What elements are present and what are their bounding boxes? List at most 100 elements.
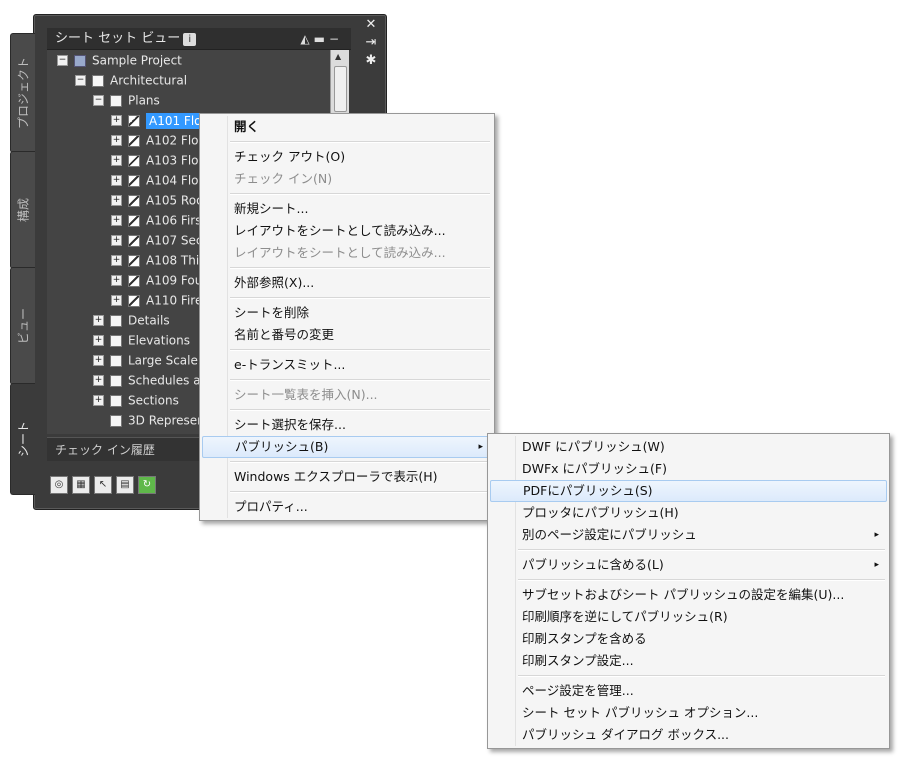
expand-toggle-icon[interactable]: + — [111, 135, 122, 146]
menu-item[interactable]: パブリッシュ(B) ▸ — [202, 436, 492, 458]
expand-toggle-icon[interactable]: + — [111, 255, 122, 266]
menu-item[interactable]: パブリッシュ ダイアログ ボックス... — [490, 724, 887, 746]
menu-item[interactable]: 名前と番号の変更 — [202, 324, 492, 346]
refresh-icon[interactable]: ↻ — [138, 476, 156, 494]
tree-item[interactable]: + A107 Sec — [111, 230, 203, 250]
sheet-list-icon[interactable]: ▤ — [116, 476, 134, 494]
menu-item-label: 印刷スタンプを含める — [522, 631, 647, 646]
menu-item[interactable]: ページ設定を管理... — [490, 680, 887, 702]
sheet-subset-icon — [110, 374, 122, 387]
tree-item[interactable]: + Elevations — [93, 330, 190, 350]
vault-icon[interactable]: ◎ — [50, 476, 68, 494]
collapse-icon[interactable]: − — [329, 32, 343, 46]
collapse-toggle-icon[interactable]: − — [57, 55, 68, 66]
menu-separator — [230, 461, 490, 463]
sheet-icon — [128, 214, 140, 227]
menu-item[interactable]: パブリッシュに含める(L) ▸ — [490, 554, 887, 576]
close-icon[interactable]: ✕ — [357, 16, 385, 34]
menu-item: チェック イン(N) — [202, 168, 492, 190]
expand-toggle-icon[interactable]: + — [111, 195, 122, 206]
tree-item[interactable]: + A110 Fire — [111, 290, 202, 310]
menu-item[interactable]: Windows エクスプローラで表示(H) — [202, 466, 492, 488]
menu-item[interactable]: PDFにパブリッシュ(S) — [490, 480, 887, 502]
menu-item[interactable]: レイアウトをシートとして読み込み... — [202, 220, 492, 242]
menu-item-label: プロッタにパブリッシュ(H) — [522, 505, 679, 520]
menu-item[interactable]: 印刷スタンプを含める — [490, 628, 887, 650]
menu-separator — [230, 193, 490, 195]
tree-item[interactable]: − Architectural — [75, 70, 187, 90]
tree-item[interactable]: + A109 Fou — [111, 270, 202, 290]
menu-item-label: 印刷スタンプ設定... — [522, 653, 634, 668]
collapse-toggle-icon[interactable]: − — [93, 95, 104, 106]
scroll-thumb[interactable] — [334, 66, 347, 112]
submenu-arrow-icon: ▸ — [874, 560, 879, 570]
menu-item[interactable]: 印刷順序を逆にしてパブリッシュ(R) — [490, 606, 887, 628]
expand-toggle-icon[interactable]: + — [111, 215, 122, 226]
tree-item[interactable]: + A105 Roo — [111, 190, 203, 210]
expand-toggle-icon[interactable]: + — [111, 175, 122, 186]
menu-item[interactable]: プロッタにパブリッシュ(H) — [490, 502, 887, 524]
new-sheet-icon[interactable]: ▦ — [72, 476, 90, 494]
autohide-icon[interactable]: ⇥ — [357, 34, 385, 52]
menu-item[interactable]: DWF にパブリッシュ(W) — [490, 436, 887, 458]
expand-toggle-icon[interactable]: + — [93, 315, 104, 326]
tree-item[interactable]: − Plans — [93, 90, 160, 110]
menu-item[interactable]: シート選択を保存... — [202, 414, 492, 436]
expand-toggle-icon[interactable]: + — [111, 235, 122, 246]
tree-item[interactable]: + Sections — [93, 390, 179, 410]
menu-item[interactable]: サブセットおよびシート パブリッシュの設定を編集(U)... — [490, 584, 887, 606]
menu-item[interactable]: DWFx にパブリッシュ(F) — [490, 458, 887, 480]
menu-item-label: 外部参照(X)... — [234, 275, 315, 290]
tree-item[interactable]: + A103 Floo — [111, 150, 206, 170]
project-icon — [74, 54, 86, 67]
menu-item-label: チェック イン(N) — [234, 171, 333, 186]
scroll-up-icon[interactable]: ▲ — [335, 52, 341, 61]
menu-item[interactable]: シート セット パブリッシュ オプション... — [490, 702, 887, 724]
menu-item[interactable]: 開く — [202, 116, 492, 138]
expand-toggle-icon[interactable]: + — [111, 295, 122, 306]
tree-item[interactable]: + Large Scale — [93, 350, 198, 370]
menu-item[interactable]: 新規シート... — [202, 198, 492, 220]
menu-item[interactable]: 別のページ設定にパブリッシュ ▸ — [490, 524, 887, 546]
tree-item[interactable]: + Schedules ar — [93, 370, 206, 390]
select-sheet-icon[interactable]: ↖ — [94, 476, 112, 494]
tree-item[interactable]: + A108 Thi — [111, 250, 199, 270]
expand-toggle-icon[interactable]: + — [93, 395, 104, 406]
menu-item-label: Windows エクスプローラで表示(H) — [234, 469, 438, 484]
menu-item-label: e-トランスミット... — [234, 357, 346, 372]
menu-item[interactable]: 外部参照(X)... — [202, 272, 492, 294]
tree-item[interactable]: + A101 Floo — [111, 110, 212, 130]
sheet-set-icon[interactable]: ◭ — [300, 32, 313, 46]
menu-item-label: 別のページ設定にパブリッシュ — [522, 527, 697, 542]
expand-toggle-icon[interactable]: + — [111, 275, 122, 286]
menu-item-label: パブリッシュ ダイアログ ボックス... — [522, 727, 729, 742]
info-icon[interactable]: i — [183, 33, 197, 46]
expand-toggle-icon[interactable]: + — [93, 355, 104, 366]
menu-item[interactable]: チェック アウト(O) — [202, 146, 492, 168]
menu-item[interactable]: e-トランスミット... — [202, 354, 492, 376]
tab-view[interactable]: ビュー — [10, 267, 35, 385]
tab-structure[interactable]: 構成 — [10, 151, 35, 269]
tree-item[interactable]: + Details — [93, 310, 170, 330]
tree-item-label: A109 Fou — [146, 273, 203, 288]
tree-item[interactable]: 3D Represer — [93, 410, 202, 430]
menu-item[interactable]: シートを削除 — [202, 302, 492, 324]
submenu-arrow-icon: ▸ — [478, 442, 483, 452]
tab-sheet[interactable]: シート — [10, 383, 35, 495]
tree-item[interactable]: − Sample Project — [57, 50, 182, 70]
properties-icon[interactable]: ✱ — [357, 52, 385, 70]
sheet-subset-icon — [110, 334, 122, 347]
expand-toggle-icon[interactable]: + — [111, 155, 122, 166]
tab-project[interactable]: プロジェクト — [10, 33, 35, 153]
expand-toggle-icon[interactable]: + — [111, 115, 122, 126]
menu-item[interactable]: 印刷スタンプ設定... — [490, 650, 887, 672]
tree-item[interactable]: + A106 Firs — [111, 210, 201, 230]
collapse-toggle-icon[interactable]: − — [75, 75, 86, 86]
expand-toggle-icon[interactable]: + — [93, 375, 104, 386]
palette-title-tools: ✕ ⇥ ✱ — [357, 16, 385, 76]
tree-item[interactable]: + A104 Floo — [111, 170, 206, 190]
menu-item[interactable]: プロパティ... — [202, 496, 492, 518]
expand-toggle-icon[interactable]: + — [93, 335, 104, 346]
tree-item[interactable]: + A102 Floo — [111, 130, 206, 150]
folder-icon[interactable]: ▬ — [314, 32, 329, 46]
